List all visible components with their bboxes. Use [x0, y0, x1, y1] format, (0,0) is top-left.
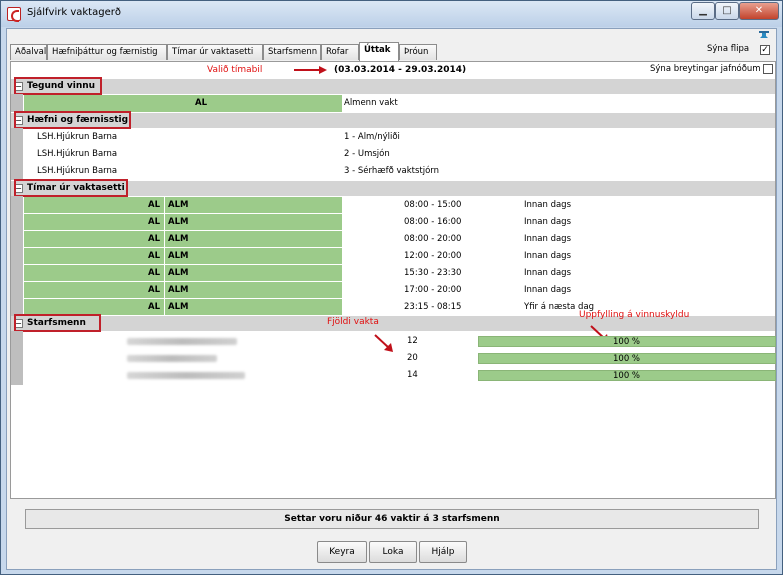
table-row[interactable]: LSH.Hjúkrun Barna 2 - Umsjón	[23, 146, 775, 163]
shift-count: 20	[407, 353, 418, 363]
show-tabs-label: Sýna flipa	[707, 44, 750, 54]
shift-type: Innan dags	[524, 251, 572, 261]
shift-time: 23:15 - 08:15	[404, 302, 462, 312]
shift-sub: ALM	[168, 302, 189, 312]
row-gutter	[11, 94, 23, 112]
shift-code: AL	[148, 285, 160, 295]
shift-count-annotation: Fjöldi vakta	[327, 317, 379, 327]
shift-time: 08:00 - 15:00	[404, 200, 462, 210]
window-title: Sjálfvirk vaktagerð	[27, 7, 121, 18]
shift-code: AL	[148, 217, 160, 227]
tab-starfsmenn[interactable]: Starfsmenn	[263, 44, 321, 60]
shift-sub: ALM	[168, 234, 189, 244]
close-dialog-button[interactable]: Loka	[369, 541, 417, 563]
section-tegund-vinnu[interactable]: − Tegund vinnu	[11, 79, 775, 94]
app-window: Sjálfvirk vaktagerð ▁ □ ✕ Aðalval Hæfniþ…	[0, 0, 783, 575]
highlight-box	[14, 179, 128, 197]
table-row[interactable]: LSH.Hjúkrun Barna 3 - Sérhæfð vaktstjórn	[23, 163, 775, 180]
shift-time: 17:00 - 20:00	[404, 285, 462, 295]
shift-sub: ALM	[168, 217, 189, 227]
row-gutter	[11, 196, 23, 316]
tab-adalval[interactable]: Aðalval	[10, 44, 47, 60]
tab-haefnithattur[interactable]: Hæfniþáttur og færnistig	[47, 44, 167, 60]
shift-sub: ALM	[168, 285, 189, 295]
shift-code: AL	[148, 268, 160, 278]
tab-rofar[interactable]: Rofar	[321, 44, 359, 60]
highlight-box	[14, 314, 101, 332]
shift-sub: ALM	[168, 200, 189, 210]
table-row[interactable]: AL ALM 08:00 - 15:00 Innan dags	[23, 197, 775, 214]
type-code: AL	[195, 98, 207, 108]
table-row[interactable]: AL ALM 15:30 - 23:30 Innan dags	[23, 265, 775, 282]
minimize-button[interactable]: ▁	[691, 2, 715, 20]
table-row[interactable]: AL ALM 17:00 - 20:00 Innan dags	[23, 282, 775, 299]
period-range: (03.03.2014 - 29.03.2014)	[334, 65, 467, 75]
shift-code: AL	[148, 200, 160, 210]
pin-icon[interactable]	[759, 31, 769, 40]
employee-name-redacted	[127, 355, 217, 362]
employee-row[interactable]: 20 100 %	[23, 350, 776, 367]
show-tabs-checkbox[interactable]: ✓	[760, 45, 770, 55]
skill-unit: LSH.Hjúkrun Barna	[37, 149, 118, 159]
shift-type: Innan dags	[524, 200, 572, 210]
employee-name-redacted	[127, 338, 237, 345]
client-area: Aðalval Hæfniþáttur og færnistig Tímar ú…	[6, 28, 777, 570]
shift-code: AL	[148, 234, 160, 244]
fulfillment-value: 100 %	[613, 371, 641, 381]
table-row[interactable]: LSH.Hjúkrun Barna 1 - Alm/nýliði	[23, 129, 775, 146]
fulfillment-annotation: Uppfylling á vinnuskyldu	[579, 310, 690, 320]
title-bar[interactable]: Sjálfvirk vaktagerð ▁ □ ✕	[1, 1, 782, 27]
tab-uttak[interactable]: Úttak	[359, 42, 399, 61]
skill-level: 1 - Alm/nýliði	[344, 132, 400, 142]
skill-unit: LSH.Hjúkrun Barna	[37, 132, 118, 142]
status-bar: Settar voru niður 46 vaktir á 3 starfsme…	[25, 509, 759, 529]
table-row[interactable]: AL Almenn vakt	[23, 95, 775, 112]
fulfillment-value: 100 %	[613, 337, 641, 347]
close-button[interactable]: ✕	[739, 2, 779, 20]
skill-level: 2 - Umsjón	[344, 149, 390, 159]
table-row[interactable]: AL ALM 08:00 - 16:00 Innan dags	[23, 214, 775, 231]
shift-type: Innan dags	[524, 268, 572, 278]
shift-time: 08:00 - 16:00	[404, 217, 462, 227]
arrow-right-icon	[294, 66, 327, 74]
shift-type: Innan dags	[524, 217, 572, 227]
app-logo-icon	[7, 7, 21, 22]
table-row[interactable]: AL ALM 08:00 - 20:00 Innan dags	[23, 231, 775, 248]
highlight-box	[14, 77, 102, 95]
shift-sub: ALM	[168, 268, 189, 278]
shift-time: 15:30 - 23:30	[404, 268, 462, 278]
tab-throun[interactable]: Þróun	[399, 44, 437, 60]
shift-time: 12:00 - 20:00	[404, 251, 462, 261]
employee-row[interactable]: 14 100 %	[23, 367, 776, 384]
skill-level: 3 - Sérhæfð vaktstjórn	[344, 166, 440, 176]
shift-code: AL	[148, 302, 160, 312]
output-panel: Valið tímabil (03.03.2014 - 29.03.2014) …	[10, 61, 776, 499]
row-gutter	[11, 128, 23, 180]
shift-count: 14	[407, 370, 418, 380]
row-gutter	[11, 331, 23, 385]
period-annotation: Valið tímabil	[207, 65, 263, 75]
employee-row[interactable]: 12 100 %	[23, 333, 776, 350]
highlight-box	[14, 111, 131, 129]
tab-timar[interactable]: Tímar úr vaktasetti	[167, 44, 263, 60]
run-button[interactable]: Keyra	[317, 541, 367, 563]
fulfillment-value: 100 %	[613, 354, 641, 364]
shift-type: Innan dags	[524, 285, 572, 295]
shift-time: 08:00 - 20:00	[404, 234, 462, 244]
shift-code: AL	[148, 251, 160, 261]
help-button[interactable]: Hjálp	[419, 541, 467, 563]
show-changes-label: Sýna breytingar jafnóðum	[650, 64, 761, 74]
shift-count: 12	[407, 336, 418, 346]
show-changes-checkbox[interactable]	[763, 64, 773, 74]
shift-type: Innan dags	[524, 234, 572, 244]
skill-unit: LSH.Hjúkrun Barna	[37, 166, 118, 176]
type-name: Almenn vakt	[344, 98, 398, 108]
table-row[interactable]: AL ALM 12:00 - 20:00 Innan dags	[23, 248, 775, 265]
shift-sub: ALM	[168, 251, 189, 261]
employee-name-redacted	[127, 372, 245, 379]
maximize-button[interactable]: □	[715, 2, 739, 20]
